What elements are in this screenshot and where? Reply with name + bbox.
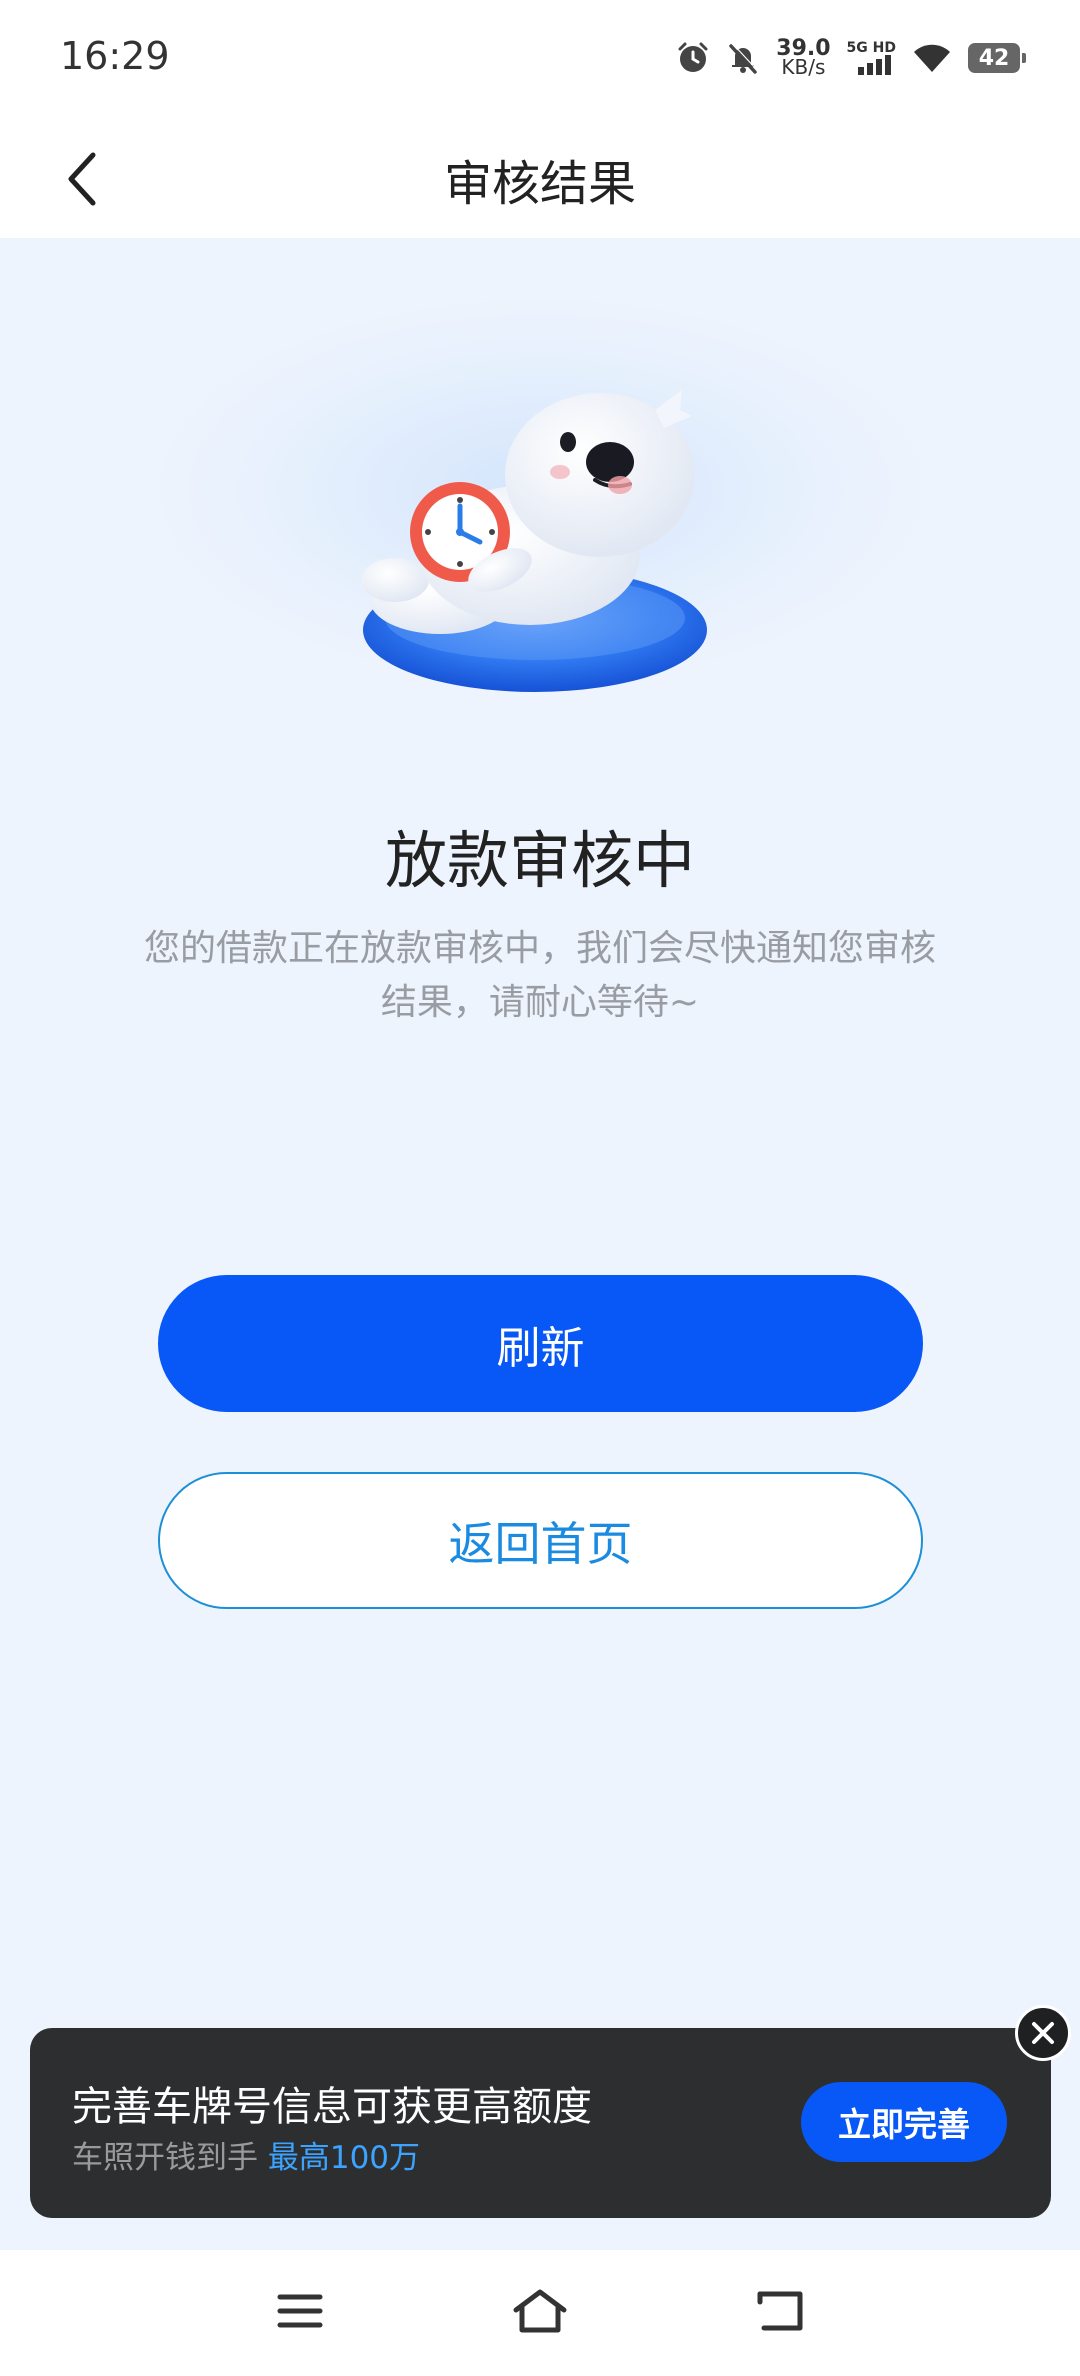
header: 审核结果 (0, 120, 1080, 238)
promo-subtitle-text: 车照开钱到手 (72, 2140, 258, 2176)
return-home-button-label: 返回首页 (448, 1516, 633, 1571)
promo-close-button[interactable] (1015, 2005, 1071, 2061)
system-menu-button[interactable] (260, 2276, 340, 2346)
mute-icon (726, 41, 760, 75)
promo-complete-button[interactable]: 立即完善 (801, 2082, 1007, 2162)
sleeping-mascot-illustration (361, 390, 707, 692)
alarm-icon (676, 41, 710, 75)
menu-icon (277, 2294, 323, 2328)
system-back-button[interactable] (740, 2276, 820, 2346)
refresh-button[interactable]: 刷新 (158, 1275, 923, 1412)
review-status-title: 放款审核中 (384, 824, 695, 897)
promo-subtitle: 车照开钱到手 最高100万 (72, 2132, 420, 2177)
promo-highlight: 最高100万 (267, 2140, 421, 2176)
promo-complete-button-label: 立即完善 (838, 2105, 970, 2144)
system-nav-bar (0, 2250, 1080, 2376)
net-speed: 39.0 KB/s (776, 38, 830, 79)
status-icons: 39.0 KB/s 5G HD 42 (676, 38, 1026, 79)
status-bar: 16:29 39.0 KB/s 5G HD 42 (0, 0, 1080, 120)
home-icon (513, 2289, 567, 2333)
promo-banner[interactable]: 完善车牌号信息可获更高额度 车照开钱到手 最高100万 立即完善 (30, 2028, 1051, 2218)
close-icon (1032, 2022, 1054, 2044)
promo-title: 完善车牌号信息可获更高额度 (72, 2084, 592, 2130)
net-speed-unit: KB/s (781, 55, 826, 79)
signal-icon: 5G HD (847, 41, 896, 75)
status-time: 16:29 (60, 34, 170, 78)
page-title: 审核结果 (443, 156, 636, 212)
battery-level: 42 (978, 45, 1010, 71)
back-icon (757, 2291, 803, 2331)
screen: 16:29 39.0 KB/s 5G HD 42 审核结果 放款审核中 您的借款… (0, 0, 1080, 2376)
wifi-icon (912, 42, 952, 74)
system-home-button[interactable] (500, 2276, 580, 2346)
network-type: 5G HD (846, 40, 896, 56)
review-status-description: 您的借款正在放款审核中，我们会尽快通知您审核结果，请耐心等待~ (143, 928, 936, 1023)
refresh-button-label: 刷新 (496, 1322, 585, 1374)
return-home-button[interactable]: 返回首页 (158, 1472, 923, 1609)
battery-icon: 42 (968, 43, 1026, 73)
